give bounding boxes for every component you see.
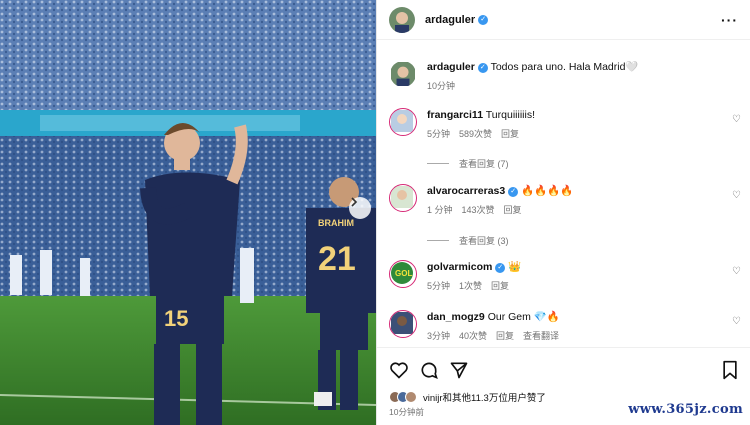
more-icon[interactable]: ··· (721, 12, 738, 28)
reply-button[interactable]: 回复 (501, 127, 519, 140)
stadium-photo: 15 BRAHIM 21 (0, 0, 376, 425)
heart-icon[interactable]: ♡ (732, 316, 741, 327)
post-photo: 15 BRAHIM 21 (0, 0, 376, 425)
comment-likes[interactable]: 589次赞 (459, 127, 492, 140)
comment-text: 👑 (508, 261, 522, 273)
comment-likes[interactable]: 1次赞 (459, 279, 482, 292)
likes-summary[interactable]: vinijr和其他11.3万位用户赞了 (389, 390, 546, 404)
reply-button[interactable]: 回复 (504, 203, 522, 216)
bookmark-icon[interactable] (721, 360, 739, 380)
avatar[interactable] (389, 108, 417, 136)
comment-text: Turquiiiiiis! (485, 109, 535, 121)
view-replies-label: 查看回复 (7) (459, 159, 509, 169)
caption-row: ardaguler ✓ Todos para uno. Hala Madrid🤍 … (389, 60, 743, 92)
share-icon[interactable] (449, 360, 469, 380)
list-item: alvarocarreras3 ✓ 🔥🔥🔥🔥 1 分钟 143次赞 回复 ♡ (389, 184, 743, 216)
avatar[interactable]: GOL (389, 260, 417, 288)
comment-text: 🔥🔥🔥🔥 (521, 185, 574, 197)
comment-time: 5分钟 (427, 129, 451, 139)
avatar[interactable] (389, 310, 417, 338)
next-photo-button[interactable] (349, 197, 371, 219)
post-timestamp: 10分钟前 (389, 407, 424, 417)
translate-button[interactable]: 查看翻译 (523, 329, 559, 342)
chevron-right-icon (351, 197, 358, 207)
view-replies-button[interactable]: 查看回复 (3) (427, 234, 509, 247)
list-item: frangarci11 Turquiiiiiis! 5分钟 589次赞 回复 ♡ (389, 108, 743, 140)
verified-icon: ✓ (508, 187, 519, 197)
reply-divider (427, 163, 449, 164)
list-item: dan_mogz9 Our Gem 💎🔥 3分钟 40次赞 回复 查看翻译 ♡ (389, 310, 743, 342)
verified-icon: ✓ (477, 63, 488, 73)
verified-icon: ✓ (478, 14, 489, 25)
reply-button[interactable]: 回复 (491, 279, 509, 292)
comment-username[interactable]: frangarci11 (427, 109, 483, 121)
verified-icon: ✓ (495, 263, 506, 273)
comment-text: Our Gem 💎🔥 (487, 311, 560, 323)
post-header: ardaguler ✓ ··· (377, 0, 750, 40)
heart-icon[interactable]: ♡ (732, 190, 741, 201)
action-bar (389, 360, 739, 380)
watermark: www.365jz.com (628, 402, 743, 417)
view-replies-label: 查看回复 (3) (459, 236, 509, 246)
comment-time: 5分钟 (427, 281, 451, 291)
comment-username[interactable]: dan_mogz9 (427, 311, 485, 323)
svg-text:15: 15 (164, 306, 188, 331)
svg-text:21: 21 (318, 240, 356, 278)
list-item: GOL golvarmicom ✓ 👑 5分钟 1次赞 回复 ♡ (389, 260, 743, 292)
view-replies-button[interactable]: 查看回复 (7) (427, 157, 509, 170)
comment-username[interactable]: golvarmicom (427, 261, 492, 273)
avatar[interactable] (389, 184, 417, 212)
caption-username[interactable]: ardaguler (427, 61, 475, 73)
reply-button[interactable]: 回复 (496, 329, 514, 342)
liker-avatars (389, 391, 417, 403)
comment-time: 1 分钟 (427, 205, 453, 215)
comments-panel: ardaguler ✓ ··· ardaguler ✓ Todos para un… (376, 0, 750, 425)
caption-text: Todos para uno. Hala Madrid🤍 (490, 61, 639, 73)
svg-text:BRAHIM: BRAHIM (318, 218, 354, 228)
comment-likes[interactable]: 143次赞 (462, 203, 495, 216)
likes-text: vinijr和其他11.3万位用户赞了 (423, 393, 546, 404)
comment-time: 3分钟 (427, 331, 451, 341)
svg-text:GOL: GOL (395, 269, 412, 278)
author-username[interactable]: ardaguler (425, 14, 475, 26)
heart-icon[interactable] (389, 360, 409, 380)
heart-icon[interactable]: ♡ (732, 266, 741, 277)
author-avatar[interactable] (389, 60, 417, 88)
comment-username[interactable]: alvarocarreras3 (427, 185, 505, 197)
comment-likes[interactable]: 40次赞 (459, 329, 487, 342)
comment-icon[interactable] (419, 360, 439, 380)
author-avatar[interactable] (389, 6, 415, 33)
reply-divider (427, 240, 449, 241)
heart-icon[interactable]: ♡ (732, 114, 741, 125)
post-footer: vinijr和其他11.3万位用户赞了 10分钟前 www.365jz.com (377, 347, 750, 425)
caption-time: 10分钟 (427, 81, 456, 91)
